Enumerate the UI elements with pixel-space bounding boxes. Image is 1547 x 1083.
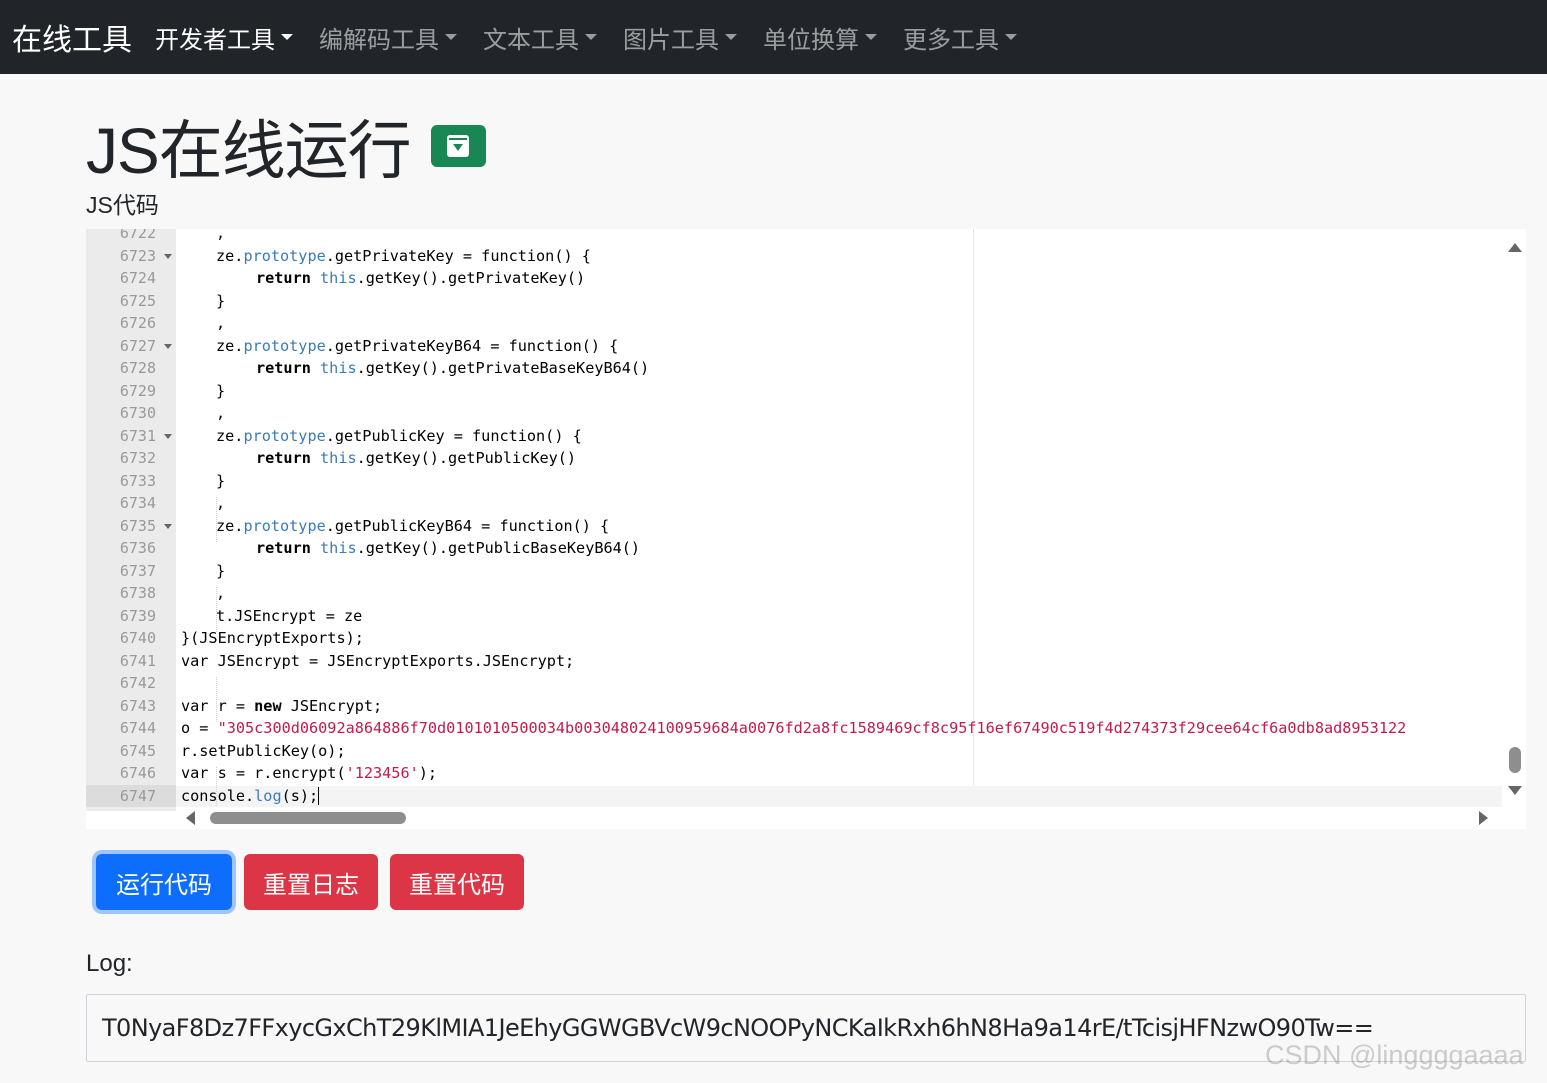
line-number: 6733	[119, 471, 156, 490]
horizontal-scroll-thumb[interactable]	[210, 812, 406, 824]
code-line: ze.prototype.getPublicKeyB64 = function(…	[216, 516, 610, 535]
code-line: return this.getKey().getPublicKey()	[256, 449, 577, 467]
line-number: 6736	[119, 539, 156, 557]
nav-image-tools-dropdown[interactable]: 图片工具	[623, 20, 737, 55]
code-line: return this.getKey().getPrivateBaseKeyB6…	[256, 359, 650, 377]
fold-arrow-icon[interactable]	[164, 343, 172, 349]
code-line: }	[216, 291, 226, 310]
log-label: Log:	[86, 950, 133, 977]
run-code-button[interactable]: 运行代码	[96, 854, 232, 910]
caret-down-icon	[281, 34, 293, 40]
page-title: JS在线运行	[86, 115, 412, 187]
nav-unit-convert-dropdown[interactable]: 单位换算	[763, 20, 877, 55]
line-number: 6722	[119, 229, 156, 242]
line-number: 6746	[119, 764, 156, 782]
line-number: 6725	[119, 291, 156, 310]
print-margin	[973, 229, 974, 785]
nav-text-tools-dropdown[interactable]: 文本工具	[483, 20, 597, 55]
code-line: }(JSEncryptExports);	[181, 629, 364, 647]
top-navbar: 在线工具 开发者工具 编解码工具 文本工具 图片工具 单位换算 更多工具	[0, 0, 1547, 74]
code-line: ,	[216, 229, 226, 242]
nav-text-tools-label: 文本工具	[483, 26, 579, 54]
code-line: return this.getKey().getPublicBaseKeyB64…	[256, 539, 641, 557]
nav-codec-tools-label: 编解码工具	[319, 26, 439, 54]
code-line: }	[216, 381, 226, 400]
vertical-scroll-thumb[interactable]	[1509, 747, 1521, 773]
scroll-right-arrow-icon[interactable]	[1479, 811, 1488, 825]
line-number: 6738	[119, 584, 156, 602]
line-number: 6727	[86, 335, 176, 358]
scroll-down-arrow-icon[interactable]	[1508, 786, 1522, 795]
code-line: var r = new JSEncrypt;	[181, 696, 383, 715]
code-line: r.setPublicKey(o);	[181, 741, 346, 760]
text-cursor	[318, 787, 320, 805]
line-number: 6732	[119, 449, 156, 467]
nav-more-tools-dropdown[interactable]: 更多工具	[903, 20, 1017, 55]
nav-more-tools-label: 更多工具	[903, 26, 999, 54]
nav-image-tools-label: 图片工具	[623, 26, 719, 54]
line-number: 6734	[119, 494, 156, 512]
code-line: ze.prototype.getPrivateKeyB64 = function…	[216, 336, 619, 355]
line-number: 6729	[119, 381, 156, 400]
code-line: return this.getKey().getPrivateKey()	[256, 269, 586, 287]
line-number: 6735	[86, 515, 176, 538]
active-line-highlight	[176, 786, 1502, 809]
line-number: 6747	[86, 784, 176, 807]
caret-down-icon	[585, 34, 597, 40]
code-line: ,	[216, 494, 226, 512]
nav-unit-convert-label: 单位换算	[763, 26, 859, 54]
brand-logo-text[interactable]: 在线工具	[0, 15, 155, 59]
horizontal-scrollbar[interactable]	[176, 807, 1526, 829]
archive-download-icon	[447, 135, 470, 157]
nav-codec-tools-dropdown[interactable]: 编解码工具	[319, 20, 457, 55]
code-line: t.JSEncrypt = ze	[216, 606, 363, 625]
code-line: }	[216, 471, 226, 490]
code-label: JS代码	[86, 192, 159, 218]
code-line: ze.prototype.getPublicKey = function() {	[216, 426, 582, 445]
code-line: console.log(s);	[181, 786, 320, 805]
fold-arrow-icon[interactable]	[164, 433, 172, 439]
line-number: 6743	[119, 696, 156, 715]
reset-code-button[interactable]: 重置代码	[390, 854, 524, 910]
scroll-left-arrow-icon[interactable]	[186, 811, 195, 825]
line-number: 6742	[119, 674, 156, 692]
line-number: 6726	[119, 314, 156, 332]
watermark: CSDN @linggggaaaa	[1265, 1040, 1524, 1070]
caret-down-icon	[445, 34, 457, 40]
code-line: ,	[216, 404, 226, 422]
line-number: 6723	[86, 245, 176, 268]
line-number: 6741	[119, 651, 156, 670]
line-number: 6728	[119, 359, 156, 377]
line-number: 6740	[119, 629, 156, 647]
caret-down-icon	[725, 34, 737, 40]
caret-down-icon	[1005, 34, 1017, 40]
line-number: 6737	[119, 561, 156, 580]
code-line: var s = r.encrypt('123456');	[181, 764, 438, 782]
line-number: 6731	[86, 425, 176, 448]
code-line: var JSEncrypt = JSEncryptExports.JSEncry…	[181, 651, 575, 670]
nav-dev-tools-dropdown[interactable]: 开发者工具	[155, 20, 293, 55]
code-editor[interactable]: 6722 6723 6724 6725 6726 6727 6728 6729 6730 6731…	[86, 229, 1526, 829]
code-line: o = "305c300d06092a864886f70d01010105000…	[181, 719, 1407, 737]
code-line: }	[216, 561, 226, 580]
code-content[interactable]: , ze.prototype.getPrivateKey = function(…	[176, 229, 1502, 811]
reset-log-button[interactable]: 重置日志	[244, 854, 378, 910]
line-number-gutter: 6722 6723 6724 6725 6726 6727 6728 6729 6730 6731…	[86, 229, 176, 811]
scroll-up-arrow-icon[interactable]	[1508, 243, 1522, 252]
title-row: JS在线运行	[86, 100, 486, 192]
save-button[interactable]	[430, 125, 486, 167]
fold-arrow-icon[interactable]	[164, 253, 172, 259]
line-number: 6745	[119, 741, 156, 760]
line-number: 6739	[119, 606, 156, 625]
line-number: 6730	[119, 404, 156, 422]
vertical-scrollbar[interactable]	[1502, 229, 1526, 811]
nav-dev-tools-label: 开发者工具	[155, 26, 275, 54]
code-line: ze.prototype.getPrivateKey = function() …	[216, 246, 591, 265]
fold-arrow-icon[interactable]	[164, 523, 172, 529]
caret-down-icon	[865, 34, 877, 40]
code-line: ,	[216, 314, 226, 332]
line-number: 6724	[119, 269, 156, 287]
code-line: ,	[216, 584, 226, 602]
line-number: 6744	[119, 719, 156, 737]
